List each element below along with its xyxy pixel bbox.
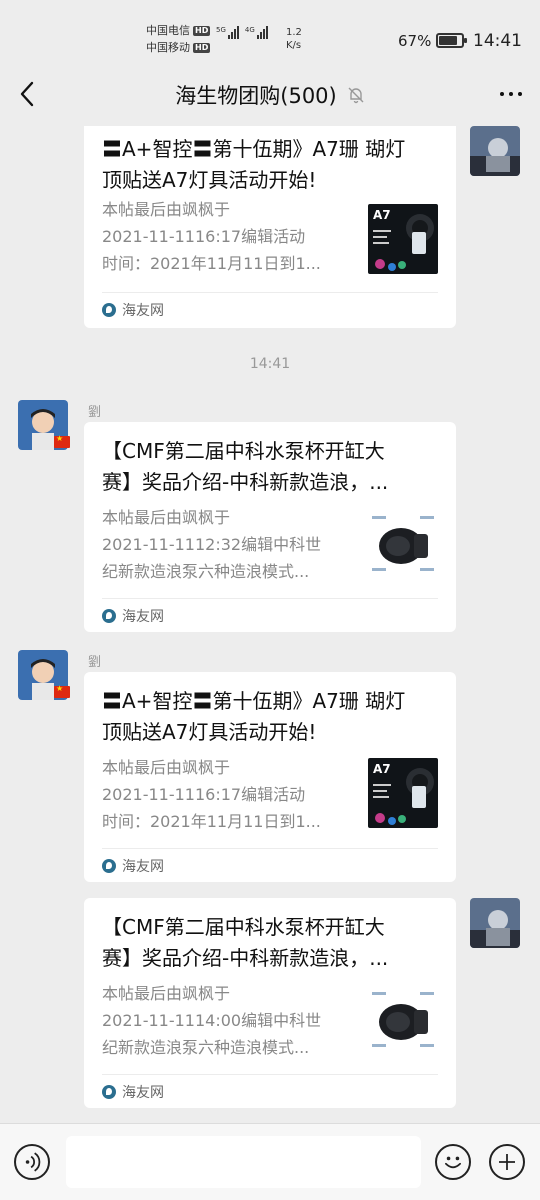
- signal-5g-icon: 5G: [216, 26, 239, 39]
- self-avatar[interactable]: [470, 126, 520, 176]
- card-divider: [102, 598, 438, 599]
- back-chevron-icon[interactable]: [14, 80, 44, 110]
- carrier-1: 中国电信: [146, 24, 190, 37]
- network-speed: 1.2 K/s: [286, 27, 302, 51]
- carrier-2: 中国移动: [146, 41, 190, 54]
- source-logo-icon: [102, 859, 116, 873]
- battery-percent: 67%: [398, 32, 432, 50]
- card-title: 〓A+智控〓第十伍期》A7珊 瑚灯 顶贴送A7灯具活动开始!: [102, 689, 406, 744]
- chat-title-text: 海生物团购(500): [175, 84, 337, 108]
- source-logo-icon: [102, 1085, 116, 1099]
- card-title: 〓A+智控〓第十伍期》A7珊 瑚灯 顶贴送A7灯具活动开始!: [102, 137, 406, 192]
- card-source: 海友网: [102, 606, 164, 626]
- chat-header: 海生物团购(500): [0, 80, 540, 126]
- card-divider: [102, 292, 438, 293]
- bell-off-icon: [348, 87, 364, 104]
- chat-title: 海生物团购(500): [0, 80, 540, 110]
- status-time: 14:41: [473, 31, 522, 51]
- sender-name: 劉: [88, 405, 102, 420]
- voice-icon[interactable]: [14, 1144, 50, 1180]
- chat-input-bar: [0, 1123, 540, 1200]
- card-description: 本帖最后由飒枫于 2021-11-1116:17编辑活动 时间：2021年11月…: [102, 758, 321, 831]
- more-options-icon[interactable]: [496, 84, 526, 104]
- card-description: 本帖最后由飒枫于 2021-11-1114:00编辑中科世 纪新款造浪泵六种造浪…: [102, 984, 322, 1057]
- card-title: 【CMF第二届中科水泵杯开缸大 赛】奖品介绍-中科新款造浪，...: [102, 439, 389, 494]
- hd-badge: HD: [193, 42, 211, 53]
- signal-4g-icon: 4G: [245, 26, 268, 39]
- flag-icon: [54, 434, 70, 448]
- card-source: 海友网: [102, 856, 164, 876]
- card-description: 本帖最后由飒枫于 2021-11-1116:17编辑活动 时间：2021年11月…: [102, 200, 321, 273]
- card-thumbnail: A7: [368, 758, 438, 828]
- card-source: 海友网: [102, 300, 164, 320]
- chat-timestamp: 14:41: [249, 356, 291, 372]
- link-card[interactable]: 【CMF第二届中科水泵杯开缸大 赛】奖品介绍-中科新款造浪，... 本帖最后由飒…: [84, 898, 456, 1108]
- signal-icons: 5G 4G: [216, 26, 268, 39]
- link-card[interactable]: 〓A+智控〓第十伍期》A7珊 瑚灯 顶贴送A7灯具活动开始! 本帖最后由飒枫于 …: [84, 672, 456, 882]
- sender-name: 劉: [88, 655, 102, 670]
- message-list[interactable]: 〓A+智控〓第十伍期》A7珊 瑚灯 顶贴送A7灯具活动开始! 本帖最后由飒枫于 …: [0, 126, 540, 1123]
- source-logo-icon: [102, 303, 116, 317]
- carrier-info: 中国电信 HD 中国移动 HD: [146, 22, 211, 56]
- card-title: 【CMF第二届中科水泵杯开缸大 赛】奖品介绍-中科新款造浪，...: [102, 915, 389, 970]
- card-divider: [102, 848, 438, 849]
- source-logo-icon: [102, 609, 116, 623]
- card-thumbnail: [368, 508, 438, 578]
- link-card[interactable]: 〓A+智控〓第十伍期》A7珊 瑚灯 顶贴送A7灯具活动开始! 本帖最后由飒枫于 …: [84, 126, 456, 328]
- status-bar: 中国电信 HD 中国移动 HD 5G 4G 1.2 K/s 67% 14:41: [0, 0, 540, 80]
- battery-icon: [436, 33, 467, 48]
- card-thumbnail: A7: [368, 204, 438, 274]
- card-thumbnail: [368, 984, 438, 1054]
- hd-badge: HD: [193, 25, 211, 36]
- card-divider: [102, 1074, 438, 1075]
- link-card[interactable]: 【CMF第二届中科水泵杯开缸大 赛】奖品介绍-中科新款造浪，... 本帖最后由飒…: [84, 422, 456, 632]
- emoji-icon[interactable]: [435, 1144, 471, 1180]
- self-avatar[interactable]: [470, 898, 520, 948]
- card-description: 本帖最后由飒枫于 2021-11-1112:32编辑中科世 纪新款造浪泵六种造浪…: [102, 508, 322, 581]
- flag-icon: [54, 684, 70, 698]
- message-input[interactable]: [66, 1136, 421, 1188]
- card-source: 海友网: [102, 1082, 164, 1102]
- plus-icon[interactable]: [489, 1144, 525, 1180]
